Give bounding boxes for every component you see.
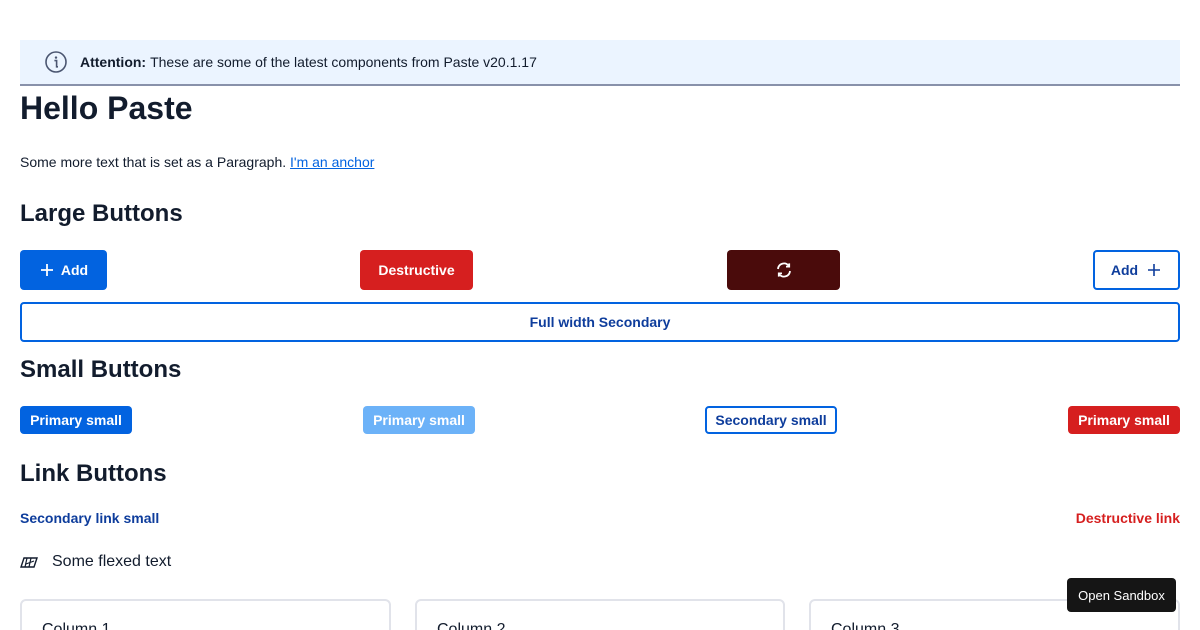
card-label: Column 3 xyxy=(831,621,900,630)
full-width-label: Full width Secondary xyxy=(529,314,671,330)
flexed-text-row: Some flexed text xyxy=(20,552,171,572)
destructive-button[interactable]: Destructive xyxy=(360,250,473,290)
destructive-small-label: Primary small xyxy=(1078,412,1170,428)
destructive-small-button[interactable]: Primary small xyxy=(1068,406,1180,434)
add-button[interactable]: Add xyxy=(20,250,107,290)
link-buttons-heading: Link Buttons xyxy=(20,460,167,487)
add-secondary-button[interactable]: Add xyxy=(1093,250,1180,290)
anchor-link[interactable]: I'm an anchor xyxy=(290,154,374,170)
paragraph: Some more text that is set as a Paragrap… xyxy=(20,154,374,170)
secondary-small-button[interactable]: Secondary small xyxy=(705,406,837,434)
info-icon xyxy=(44,50,68,74)
destructive-button-label: Destructive xyxy=(378,262,455,278)
card-label: Column 1 xyxy=(42,621,111,630)
full-width-secondary-button[interactable]: Full width Secondary xyxy=(20,302,1180,342)
banner-text: These are some of the latest components … xyxy=(150,54,537,70)
card-column-2: Column 2 xyxy=(415,599,785,630)
page-title: Hello Paste xyxy=(20,90,193,126)
loading-button[interactable] xyxy=(727,250,840,290)
primary-small-label: Primary small xyxy=(30,412,122,428)
add-button-label: Add xyxy=(60,262,89,278)
card-column-1: Column 1 xyxy=(20,599,391,630)
refresh-icon xyxy=(775,261,793,279)
banner-strong: Attention: xyxy=(80,54,147,70)
plus-icon xyxy=(39,262,55,278)
add-secondary-label: Add xyxy=(1110,262,1139,278)
destructive-link-button[interactable]: Destructive link xyxy=(1076,510,1180,526)
secondary-small-label: Secondary small xyxy=(715,412,827,428)
primary-small-disabled-button[interactable]: Primary small xyxy=(363,406,475,434)
attention-banner: Attention: These are some of the latest … xyxy=(20,40,1180,86)
large-buttons-heading: Large Buttons xyxy=(20,200,183,227)
primary-small-button[interactable]: Primary small xyxy=(20,406,132,434)
secondary-link-button[interactable]: Secondary link small xyxy=(20,510,159,526)
open-sandbox-button[interactable]: Open Sandbox xyxy=(1067,578,1176,612)
paragraph-text: Some more text that is set as a Paragrap… xyxy=(20,154,287,170)
plus-icon xyxy=(1146,262,1162,278)
primary-small-disabled-label: Primary small xyxy=(373,412,465,428)
flexed-text: Some flexed text xyxy=(52,553,172,570)
card-label: Column 2 xyxy=(437,621,506,630)
small-buttons-heading: Small Buttons xyxy=(20,356,182,383)
product-icon xyxy=(20,552,40,572)
